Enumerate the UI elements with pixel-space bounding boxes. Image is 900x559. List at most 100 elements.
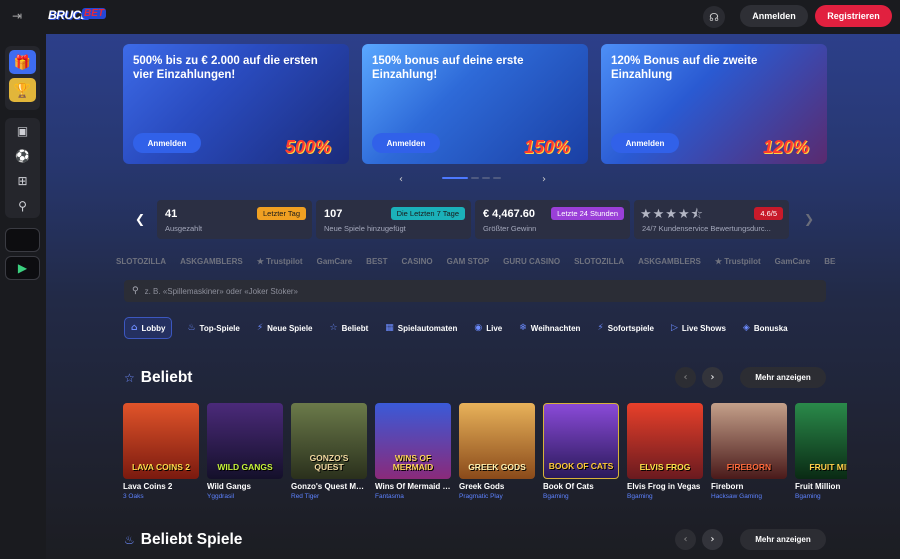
stat-badge: Letzte 24 Stunden (551, 207, 624, 220)
banner-art: 150% (523, 137, 570, 157)
game-card[interactable]: WINS OF MERMAID Wins Of Mermaid M... Fan… (375, 403, 451, 500)
game-provider[interactable]: Bgaming (627, 493, 703, 500)
game-card[interactable]: GONZO'S QUEST Gonzo's Quest Meg... Red T… (291, 403, 367, 500)
promo-banner-3[interactable]: 120% Bonus auf die zweite Einzahlung Anm… (601, 44, 827, 164)
game-thumbnail[interactable]: WILD GANGS (207, 403, 283, 479)
main-content: 500% bis zu € 2.000 auf die ersten vier … (46, 34, 900, 559)
game-thumbnail[interactable]: ELVIS FROG (627, 403, 703, 479)
game-card[interactable]: GREEK GODS Greek Gods Pragmatic Play (459, 403, 535, 500)
game-provider[interactable]: Red Tiger (291, 493, 367, 500)
game-provider[interactable]: Bgaming (795, 493, 847, 500)
game-provider[interactable]: Bgaming (543, 493, 619, 500)
game-thumbnail[interactable]: GONZO'S QUEST (291, 403, 367, 479)
game-name: Wins Of Mermaid M... (375, 482, 451, 491)
partner-logo: ASKGAMBLERS (638, 256, 701, 266)
slot-machine-icon[interactable]: ▣ (5, 118, 40, 143)
game-thumbnail[interactable]: FRUIT MILL (795, 403, 847, 479)
game-thumbnail[interactable]: BOOK OF CATS (543, 403, 619, 479)
collapse-sidebar-icon[interactable]: ⇥ (12, 9, 28, 25)
partner-logo: GamCare (774, 256, 811, 266)
game-thumbnail[interactable]: FIREBORN (711, 403, 787, 479)
tab-instant-games[interactable]: ⚡ Sofortspiele (595, 317, 656, 339)
section-title-text: Beliebt Spiele (140, 531, 243, 548)
promo-banner-2[interactable]: 150% bonus auf deine erste Einzahlung! A… (362, 44, 588, 164)
game-card[interactable]: BOOK OF CATS Book Of Cats Bgaming (543, 403, 619, 500)
snowflake-icon: ❄ (519, 323, 527, 333)
section-next-icon[interactable]: › (702, 367, 723, 388)
trophy-icon[interactable]: 🏆 (9, 78, 36, 102)
tab-live[interactable]: ◉ Live (472, 317, 504, 339)
game-provider[interactable]: Pragmatic Play (459, 493, 535, 500)
stat-value: 107 (324, 208, 343, 220)
support-headset-icon[interactable]: ☊ (703, 6, 725, 28)
game-card[interactable]: ELVIS FROG Elvis Frog in Vegas Bgaming (627, 403, 703, 500)
tab-lobby[interactable]: ⌂ Lobby (124, 317, 173, 339)
game-provider[interactable]: 3 Oaks (123, 493, 199, 500)
stat-value: € 4,467.60 (483, 208, 535, 220)
game-provider[interactable]: Hacksaw Gaming (711, 493, 787, 500)
slider-next-icon[interactable]: › (542, 174, 546, 185)
tab-live-shows[interactable]: ▷ Live Shows (669, 317, 728, 339)
banner-art: 500% (284, 137, 331, 157)
game-name: Gonzo's Quest Meg... (291, 482, 367, 491)
stats-prev-icon[interactable]: ❮ (135, 212, 145, 226)
category-tabs: ⌂ Lobby ♨ Top-Spiele ⚡ Neue Spiele ☆ Beliebt… (124, 317, 900, 339)
slider-dot[interactable] (482, 177, 490, 179)
promo-banner-1[interactable]: 500% bis zu € 2.000 auf die ersten vier … (123, 44, 349, 164)
search-input[interactable] (144, 286, 745, 296)
game-thumbnail[interactable]: LAVA COINS 2 (123, 403, 199, 479)
stat-badge: Die Letzten 7 Tage (390, 207, 465, 220)
section-prev-icon[interactable]: ‹ (675, 529, 696, 550)
google-play-icon[interactable]: ▶ (5, 256, 40, 280)
section-prev-icon[interactable]: ‹ (675, 367, 696, 388)
apple-icon[interactable] (5, 228, 40, 252)
tab-christmas[interactable]: ❄ Weihnachten (517, 317, 582, 339)
slider-dots (442, 177, 501, 179)
banner-login-button[interactable]: Anmelden (133, 133, 201, 153)
banner-login-button[interactable]: Anmelden (611, 133, 679, 153)
tab-label: Spielautomaten (397, 323, 458, 333)
star-icon: ☆ (329, 323, 338, 333)
tab-new-games[interactable]: ⚡ Neue Spiele (255, 317, 315, 339)
tab-slots[interactable]: ▦ Spielautomaten (383, 317, 459, 339)
gift-icon[interactable]: 🎁 (9, 50, 36, 74)
slider-dot[interactable] (471, 177, 479, 179)
stat-label: Größter Gewinn (483, 224, 537, 233)
flame-icon: ♨ (187, 323, 196, 333)
game-provider[interactable]: Fantasma (375, 493, 451, 500)
stat-label: 24/7 Kundenservice Bewertungsdurc... (642, 224, 771, 233)
game-card[interactable]: FRUIT MILL Fruit Million Bgaming (795, 403, 847, 500)
partner-logo: CASINO (401, 256, 433, 266)
network-icon[interactable]: ⚲ (5, 193, 40, 218)
logo[interactable]: BRUCE BET (48, 5, 106, 27)
sport-ball-icon[interactable]: ⚽ (5, 143, 40, 168)
tab-top-games[interactable]: ♨ Top-Spiele (185, 317, 241, 339)
game-thumb-title: ELVIS FROG (639, 462, 691, 472)
tab-popular[interactable]: ☆ Beliebt (328, 317, 371, 339)
game-thumb-title: LAVA COINS 2 (132, 462, 190, 472)
show-more-button[interactable]: Mehr anzeigen (740, 367, 826, 388)
partner-logo: GAM STOP (446, 256, 490, 266)
register-button[interactable]: Registrieren (815, 5, 892, 27)
banner-login-button[interactable]: Anmelden (372, 133, 440, 153)
partner-logo: ASKGAMBLERS (180, 256, 243, 266)
game-thumbnail[interactable]: WINS OF MERMAID (375, 403, 451, 479)
stats-next-icon[interactable]: ❯ (804, 212, 814, 226)
slider-prev-icon[interactable]: ‹ (399, 174, 403, 185)
tab-label: Sofortspiele (607, 323, 654, 333)
game-provider[interactable]: Yggdrasil (207, 493, 283, 500)
login-button[interactable]: Anmelden (740, 5, 808, 27)
slider-dot[interactable] (442, 177, 468, 179)
game-card[interactable]: LAVA COINS 2 Lava Coins 2 3 Oaks (123, 403, 199, 500)
show-more-button[interactable]: Mehr anzeigen (740, 529, 826, 550)
tab-bonus[interactable]: ◈ Bonuska (741, 317, 790, 339)
game-thumbnail[interactable]: GREEK GODS (459, 403, 535, 479)
section-next-icon[interactable]: › (702, 529, 723, 550)
game-card[interactable]: FIREBORN Fireborn Hacksaw Gaming (711, 403, 787, 500)
game-thumb-title: WILD GANGS (217, 462, 273, 472)
game-card[interactable]: WILD GANGS Wild Gangs Yggdrasil (207, 403, 283, 500)
partner-logo: ★ Trustpilot (256, 256, 303, 266)
slider-dot[interactable] (493, 177, 501, 179)
gift-box-icon[interactable]: ⊞ (5, 168, 40, 193)
stat-label: Neue Spiele hinzugefügt (324, 224, 406, 233)
